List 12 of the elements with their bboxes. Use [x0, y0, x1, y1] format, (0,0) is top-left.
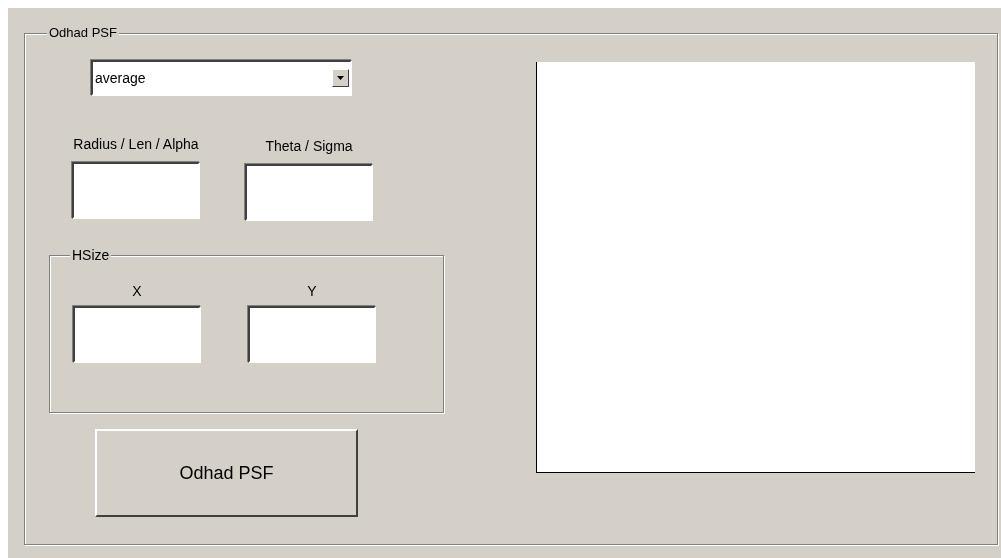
estimate-button[interactable]: Odhad PSF [95, 429, 358, 517]
input-field[interactable] [73, 306, 201, 363]
input-field[interactable] [72, 162, 200, 219]
field-label: Y [307, 283, 317, 299]
field-label: X [132, 283, 142, 299]
caret-icon[interactable] [337, 76, 344, 80]
field-label: Theta / Sigma [265, 138, 353, 154]
dropdown[interactable]: average [91, 60, 352, 96]
input-field[interactable] [248, 306, 376, 363]
group-title: HSize [70, 247, 112, 263]
input-field[interactable] [245, 164, 373, 221]
field-label: Radius / Len / Alpha [73, 136, 199, 152]
